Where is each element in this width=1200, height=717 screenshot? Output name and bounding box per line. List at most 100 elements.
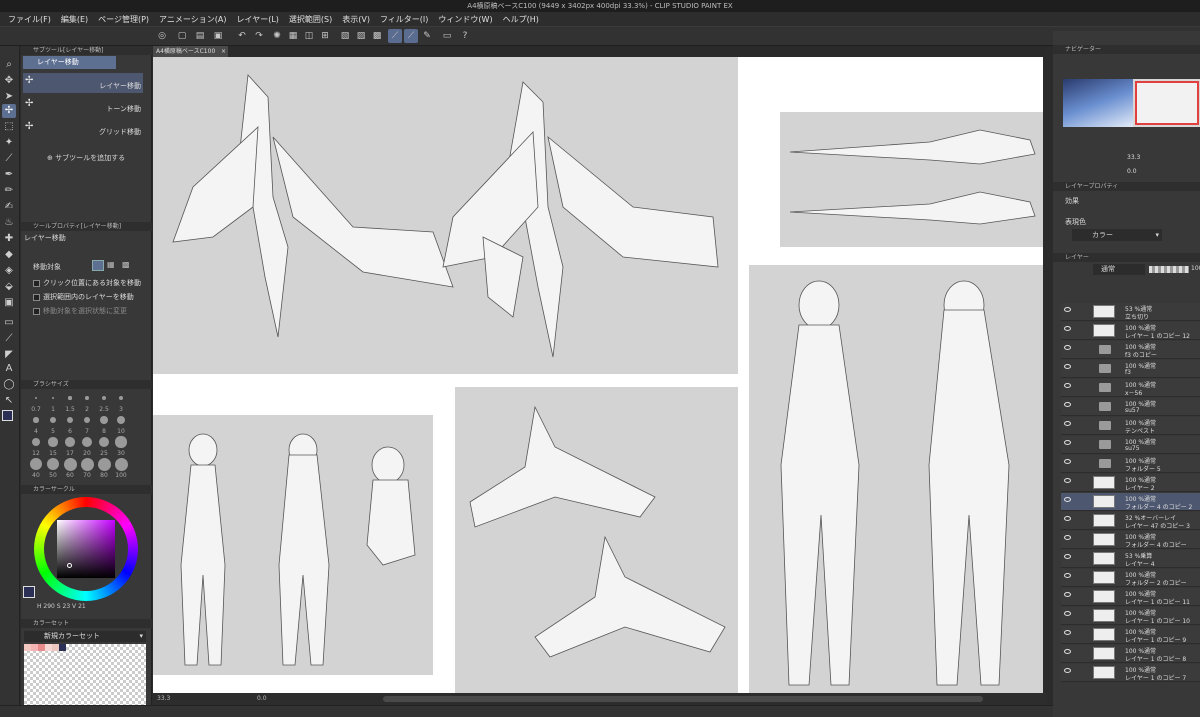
menu-animation[interactable]: アニメーション(A) <box>154 14 231 25</box>
color-swatch[interactable] <box>24 644 31 651</box>
menu-view[interactable]: 表示(V) <box>337 14 375 25</box>
undo-icon[interactable]: ↶ <box>235 29 249 43</box>
layer-row[interactable]: 100 %通常 レイヤー 2 <box>1061 474 1200 492</box>
layer-row[interactable]: 100 %通常 フォルダー 2 のコピー <box>1061 569 1200 587</box>
target-grid-button[interactable]: ▩ <box>122 260 134 271</box>
document-tab[interactable]: A4横原稿ベースC100 × <box>153 46 228 57</box>
angle-readout[interactable]: 0.0 <box>257 693 267 705</box>
eye-icon[interactable] <box>1064 421 1071 426</box>
move-layer-tool-icon[interactable]: ✢ <box>2 104 16 118</box>
brush-size-dot[interactable] <box>51 396 55 400</box>
close-icon[interactable]: × <box>221 46 226 57</box>
layer-row[interactable]: 100 %通常 フォルダー 5 <box>1061 455 1200 473</box>
zoom-readout[interactable]: 33.3 <box>157 693 170 705</box>
brush-size-dot[interactable] <box>63 457 77 471</box>
eye-icon[interactable] <box>1064 554 1071 559</box>
eye-icon[interactable] <box>1064 497 1071 502</box>
brush-size-dot[interactable] <box>81 436 93 448</box>
snap-grid-icon[interactable]: ✎ <box>420 29 434 43</box>
color-swatch[interactable] <box>38 644 45 651</box>
gradient-tool-icon[interactable]: ▣ <box>2 296 16 310</box>
eraser-icon[interactable]: ◆ <box>2 248 16 262</box>
eye-icon[interactable] <box>1064 440 1071 445</box>
color-swatch[interactable] <box>31 644 38 651</box>
layer-row[interactable]: 100 %通常 su57 <box>1061 398 1200 416</box>
fill-icon[interactable]: ▦ <box>286 29 300 43</box>
opacity-slider[interactable] <box>1149 266 1189 273</box>
layer-row[interactable]: 100 %通常 フォルダー 4 のコピー <box>1061 531 1200 549</box>
save-icon[interactable]: ▣ <box>211 29 225 43</box>
current-color-swatch[interactable] <box>23 586 35 598</box>
target-layer-button[interactable] <box>92 260 104 271</box>
navigator-zoom[interactable]: 33.3 <box>1127 154 1140 161</box>
layer-row[interactable]: 100 %通常 レイヤー 1 のコピー 11 <box>1061 588 1200 606</box>
color-swatch[interactable] <box>45 644 52 651</box>
layer-row[interactable]: 100 %通常 f3 のコピー <box>1061 341 1200 359</box>
clear-icon[interactable]: ✺ <box>270 29 284 43</box>
target-tone-button[interactable]: ▦ <box>107 260 119 271</box>
layer-row[interactable]: 100 %通常 レイヤー 1 のコピー 9 <box>1061 626 1200 644</box>
horizontal-scrollbar[interactable] <box>383 696 983 702</box>
brush-size-dot[interactable] <box>31 437 41 447</box>
eye-icon[interactable] <box>1064 345 1071 350</box>
canvas-paper[interactable] <box>153 57 1043 693</box>
opacity-value[interactable]: 100 <box>1191 265 1200 272</box>
eye-icon[interactable] <box>1064 630 1071 635</box>
correct-line-icon[interactable]: ↖ <box>2 394 16 408</box>
transform-icon[interactable]: ⊞ <box>318 29 332 43</box>
blend-tool-icon[interactable]: ◈ <box>2 264 16 278</box>
text-tool-icon[interactable]: A <box>2 362 16 376</box>
navigator-tab[interactable]: ナビゲーター <box>1053 45 1200 54</box>
layer-row[interactable]: 53 %通常 立ち切り <box>1061 303 1200 321</box>
layer-row[interactable]: 100 %通常 レイヤー 1 のコピー 12 <box>1061 322 1200 340</box>
brush-tool-icon[interactable]: ✍ <box>2 200 16 214</box>
operation-tool-icon[interactable]: ➤ <box>2 90 16 104</box>
color-swatch[interactable] <box>59 644 66 651</box>
color-set-tab[interactable]: カラーセット <box>21 619 152 628</box>
eye-icon[interactable] <box>1064 611 1071 616</box>
brush-size-dot[interactable] <box>50 417 56 423</box>
layer-row[interactable]: 100 %通常 レイヤー 1 のコピー 7 <box>1061 664 1200 682</box>
layer-row[interactable]: 100 %通常 f3 <box>1061 360 1200 378</box>
brush-size-dot[interactable] <box>115 436 127 448</box>
menu-selection[interactable]: 選択範囲(S) <box>284 14 337 25</box>
brush-size-dot[interactable] <box>65 437 75 447</box>
eye-icon[interactable] <box>1064 668 1071 673</box>
brush-size-dot[interactable] <box>46 457 60 471</box>
new-file-icon[interactable]: ▢ <box>175 29 189 43</box>
check-move-clicked[interactable]: クリック位置にある対象を移動 <box>33 278 141 288</box>
brush-size-dot[interactable] <box>30 458 42 470</box>
tool-property-tab[interactable]: ツールプロパティ[レイヤー移動] <box>21 222 152 231</box>
clip-studio-icon[interactable]: ◎ <box>155 29 169 43</box>
menu-page[interactable]: ページ管理(P) <box>93 14 154 25</box>
magic-wand-icon[interactable]: ✦ <box>2 136 16 150</box>
eye-icon[interactable] <box>1064 383 1071 388</box>
ruler-tool-icon[interactable]: ⟋ <box>2 332 16 346</box>
eye-icon[interactable] <box>1064 592 1071 597</box>
subtool-tone-move[interactable]: ✢ トーン移動 <box>23 96 143 116</box>
frame-tool-icon[interactable]: ◤ <box>2 348 16 362</box>
brush-size-dot[interactable] <box>68 396 72 400</box>
snap-special-icon[interactable]: ⟋ <box>404 29 418 43</box>
navigator-angle[interactable]: 0.0 <box>1127 168 1137 175</box>
pencil-tool-icon[interactable]: ✏ <box>2 184 16 198</box>
brush-size-dot[interactable] <box>80 457 94 471</box>
layer-property-tab[interactable]: レイヤープロパティ <box>1053 182 1200 191</box>
main-color-swatch[interactable] <box>2 410 13 421</box>
balloon-tool-icon[interactable]: ◯ <box>2 378 16 392</box>
selection-icon[interactable]: ▧ <box>338 29 352 43</box>
saturation-value-square[interactable] <box>57 520 115 578</box>
hand-tool-icon[interactable]: ✥ <box>2 74 16 88</box>
add-subtool-button[interactable]: ⊕ サブツールを追加する <box>47 153 125 163</box>
eye-icon[interactable] <box>1064 326 1071 331</box>
invert-icon[interactable]: ▨ <box>354 29 368 43</box>
color-set-grid[interactable] <box>24 644 146 706</box>
brush-size-dot[interactable] <box>100 416 108 424</box>
snap-ruler-icon[interactable]: ⟋ <box>388 29 402 43</box>
redo-icon[interactable]: ↷ <box>252 29 266 43</box>
airbrush-icon[interactable]: ♨ <box>2 216 16 230</box>
layer-row[interactable]: 32 %オーバーレイ レイヤー 47 のコピー 3 <box>1061 512 1200 530</box>
menu-filter[interactable]: フィルター(I) <box>375 14 433 25</box>
eyedropper-icon[interactable]: ⟋ <box>2 152 16 166</box>
grid-icon[interactable]: ▩ <box>370 29 384 43</box>
